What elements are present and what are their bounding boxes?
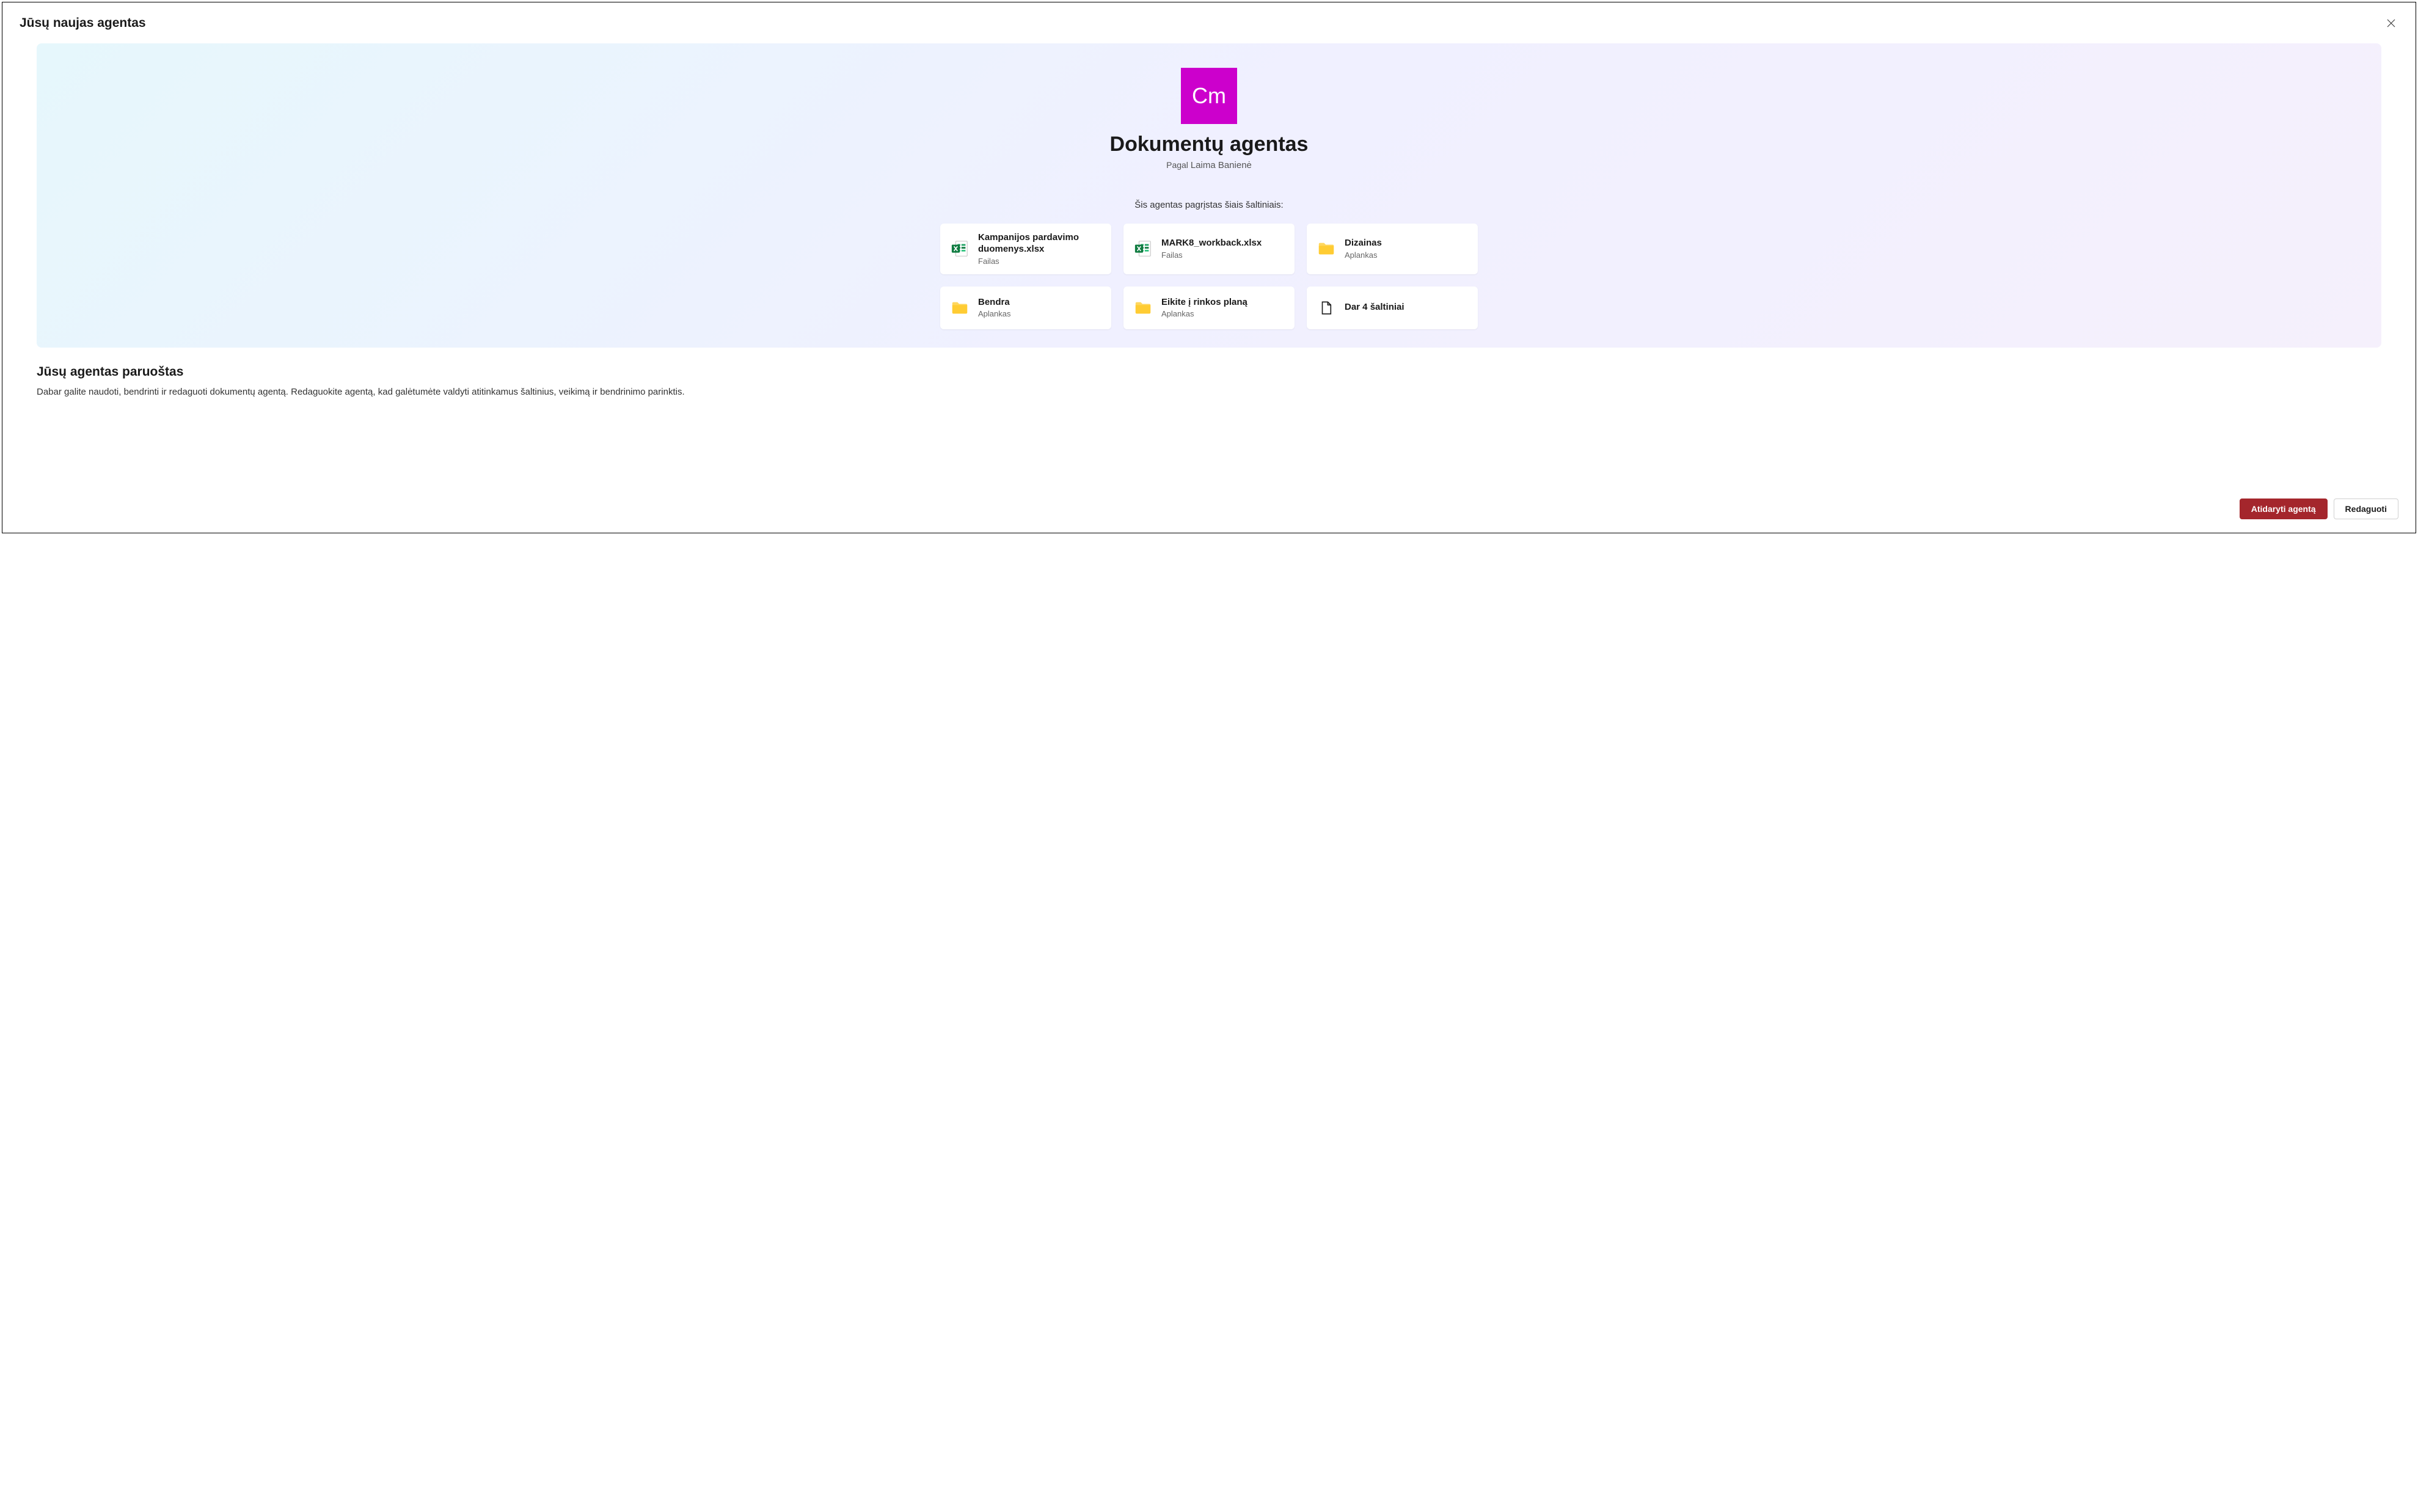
folder-icon: [1317, 239, 1336, 258]
sources-grid: Kampanijos pardavimo duomenys.xlsx Faila…: [940, 224, 1478, 329]
file-icon: [1317, 298, 1336, 318]
ready-description: Dabar galite naudoti, bendrinti ir redag…: [37, 385, 2381, 398]
sources-label: Šis agentas pagrįstas šiais šaltiniais:: [1134, 200, 1283, 210]
folder-icon: [950, 298, 970, 318]
close-icon: [2386, 18, 2396, 28]
source-card[interactable]: Dizainas Aplankas: [1307, 224, 1478, 274]
source-info: Kampanijos pardavimo duomenys.xlsx Faila…: [978, 232, 1101, 266]
ready-title: Jūsų agentas paruoštas: [37, 365, 2381, 379]
source-name: Dar 4 šaltiniai: [1345, 302, 1404, 313]
source-type: Aplankas: [978, 309, 1010, 318]
edit-button[interactable]: Redaguoti: [2334, 499, 2398, 519]
source-card[interactable]: Eikite į rinkos planą Aplankas: [1123, 287, 1295, 329]
agent-avatar: Cm: [1181, 68, 1237, 124]
source-type: Aplankas: [1345, 250, 1382, 260]
source-card[interactable]: MARK8_workback.xlsx Failas: [1123, 224, 1295, 274]
agent-author: Pagal Laima Banienė: [1166, 160, 1252, 170]
folder-icon: [1133, 298, 1153, 318]
source-name: Bendra: [978, 297, 1010, 309]
source-info: Dar 4 šaltiniai: [1345, 302, 1404, 313]
source-name: Dizainas: [1345, 238, 1382, 249]
open-agent-button[interactable]: Atidaryti agentą: [2240, 499, 2328, 519]
agent-author-name: Laima Banienė: [1191, 160, 1252, 170]
source-name: MARK8_workback.xlsx: [1161, 238, 1262, 249]
source-type: Failas: [1161, 250, 1262, 260]
source-info: Eikite į rinkos planą Aplankas: [1161, 297, 1247, 319]
source-info: Bendra Aplankas: [978, 297, 1010, 319]
source-name: Eikite į rinkos planą: [1161, 297, 1247, 309]
agent-author-prefix: Pagal: [1166, 160, 1191, 170]
hero-panel: Cm Dokumentų agentas Pagal Laima Banienė…: [37, 43, 2381, 348]
excel-icon: [950, 239, 970, 258]
dialog: Jūsų naujas agentas Cm Dokumentų agentas…: [2, 2, 2416, 533]
source-type: Failas: [978, 257, 1101, 266]
dialog-title: Jūsų naujas agentas: [20, 16, 146, 31]
close-button[interactable]: [2384, 16, 2398, 32]
source-card[interactable]: Kampanijos pardavimo duomenys.xlsx Faila…: [940, 224, 1111, 274]
dialog-footer: Atidaryti agentą Redaguoti: [20, 486, 2398, 519]
source-card-more[interactable]: Dar 4 šaltiniai: [1307, 287, 1478, 329]
ready-section: Jūsų agentas paruoštas Dabar galite naud…: [37, 365, 2381, 398]
source-info: Dizainas Aplankas: [1345, 238, 1382, 260]
source-name: Kampanijos pardavimo duomenys.xlsx: [978, 232, 1101, 255]
agent-name: Dokumentų agentas: [1110, 133, 1309, 156]
source-card[interactable]: Bendra Aplankas: [940, 287, 1111, 329]
excel-icon: [1133, 239, 1153, 258]
dialog-header: Jūsų naujas agentas: [20, 16, 2398, 32]
source-info: MARK8_workback.xlsx Failas: [1161, 238, 1262, 260]
source-type: Aplankas: [1161, 309, 1247, 318]
